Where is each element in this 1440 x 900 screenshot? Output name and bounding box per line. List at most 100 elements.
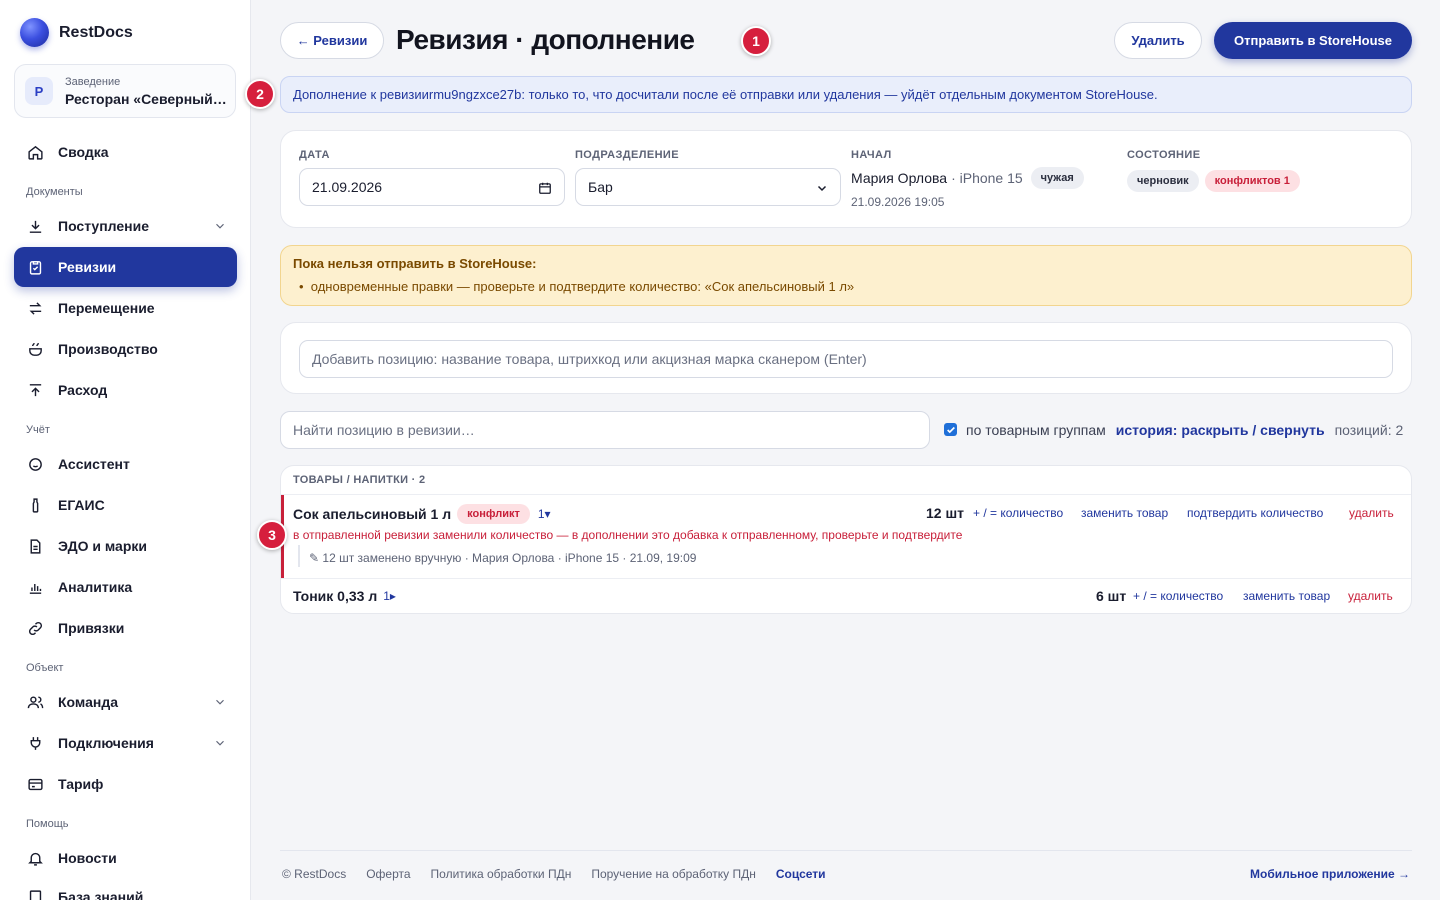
history-toggle[interactable]: 1▾: [538, 507, 551, 521]
brand-name: RestDocs: [59, 23, 133, 41]
department-select[interactable]: Бар: [575, 168, 841, 206]
history-toggle[interactable]: 1▸: [383, 589, 396, 603]
annotation-marker-2: 2: [245, 79, 275, 109]
conflict-note: в отправленной ревизии заменили количест…: [293, 528, 963, 542]
nav-analytics-label: Аналитика: [58, 579, 133, 595]
position-count: позиций: 2: [1334, 422, 1404, 438]
clipboard-icon: [29, 260, 42, 275]
nav-expense-label: Расход: [58, 382, 108, 398]
nav-section-object: Объект: [26, 662, 64, 674]
info-text: Дополнение к ревизии: [293, 87, 429, 102]
group-by-label[interactable]: по товарным группам: [966, 422, 1106, 438]
department-label: ПОДРАЗДЕЛЕНИЕ: [575, 149, 679, 161]
nav-summary[interactable]: Сводка: [14, 132, 237, 172]
nav-tariff[interactable]: Тариф: [14, 764, 237, 804]
replace-item-link[interactable]: заменить товар: [1081, 506, 1168, 520]
history-collapse-link[interactable]: свернуть: [1260, 422, 1324, 438]
delete-item-link[interactable]: удалить: [1349, 506, 1394, 520]
row-title: Тоник 0,33 л 1▸: [293, 588, 396, 604]
state-label: СОСТОЯНИЕ: [1127, 149, 1201, 161]
product-group: ТОВАРЫ / НАПИТКИ · 2 Сок апельсиновый 1 …: [280, 465, 1412, 614]
info-rest: : только то, что досчитали после её отпр…: [521, 87, 1158, 102]
group-by-checkbox[interactable]: [944, 423, 957, 436]
row-title: Сок апельсиновый 1 л конфликт 1▾: [293, 504, 551, 524]
nav-receipt[interactable]: Поступление: [14, 206, 237, 246]
quantity-action[interactable]: + / = количество: [973, 506, 1063, 520]
chevron-down-icon: [216, 223, 224, 229]
started-label: НАЧАЛ: [851, 149, 892, 161]
nav-production[interactable]: Производство: [14, 329, 237, 369]
history-label: история:: [1115, 422, 1178, 438]
nav-tariff-label: Тариф: [58, 776, 104, 792]
send-to-storehouse-button[interactable]: Отправить в StoreHouse: [1214, 22, 1412, 59]
footer: © RestDocs Оферта Политика обработки ПДн…: [280, 850, 1412, 881]
history-entry: ✎ 12 шт заменено вручную · Мария Орлова …: [309, 551, 697, 565]
venue-caption: Заведение: [65, 75, 121, 88]
document-icon: [30, 538, 41, 554]
venue-name: Ресторан «Северный…: [65, 90, 227, 107]
draft-badge: черновик: [1127, 170, 1199, 192]
chevron-down-icon: [817, 185, 827, 192]
mobile-app-link[interactable]: Мобильное приложение →: [1250, 867, 1410, 881]
delete-button[interactable]: Удалить: [1114, 22, 1202, 59]
nav-expense[interactable]: Расход: [14, 370, 237, 410]
nav-kb[interactable]: База знаний: [14, 877, 237, 900]
footer-offer-link[interactable]: Оферта: [366, 867, 410, 881]
history-sep: /: [1248, 422, 1261, 438]
nav-edo[interactable]: ЭДО и марки: [14, 526, 237, 566]
calendar-icon[interactable]: [538, 181, 552, 195]
sidebar: RestDocs Р Заведение Ресторан «Северный……: [0, 0, 251, 900]
nav-connections[interactable]: Подключения: [14, 723, 237, 763]
nav-assistant[interactable]: Ассистент: [14, 444, 237, 484]
book-icon: [29, 889, 42, 900]
nav-egais-label: ЕГАИС: [58, 497, 105, 513]
date-input[interactable]: 21.09.2026: [299, 168, 565, 206]
users-icon: [27, 695, 44, 708]
search-position-placeholder: Найти позицию в ревизии…: [293, 422, 475, 438]
plug-icon: [30, 736, 41, 750]
item-name: Тоник 0,33 л: [293, 588, 378, 604]
confirm-quantity-link[interactable]: подтвердить количество: [1187, 506, 1323, 520]
date-value: 21.09.2026: [312, 179, 383, 195]
venue-avatar: Р: [25, 77, 53, 105]
chevron-down-icon: [216, 740, 224, 746]
nav-egais[interactable]: ЕГАИС: [14, 485, 237, 525]
add-position-placeholder: Добавить позицию: название товара, штрих…: [312, 351, 867, 367]
nav-transfer-label: Перемещение: [58, 300, 155, 316]
nav-bindings[interactable]: Привязки: [14, 608, 237, 648]
footer-policy-link[interactable]: Политика обработки ПДн: [431, 867, 572, 881]
nav-analytics[interactable]: Аналитика: [14, 567, 237, 607]
footer-social-link[interactable]: Соцсети: [776, 867, 826, 881]
check-icon: [946, 426, 955, 433]
footer-links: © RestDocs Оферта Политика обработки ПДн…: [282, 867, 826, 881]
started-by: Мария Орлова · iPhone 15 чужая: [851, 167, 1084, 189]
download-icon: [29, 220, 42, 233]
assistant-icon: [29, 457, 42, 471]
replace-item-link[interactable]: заменить товар: [1243, 589, 1330, 603]
history-expand-link[interactable]: раскрыть: [1181, 422, 1248, 438]
nav-edo-label: ЭДО и марки: [58, 538, 147, 554]
nav-revisions[interactable]: Ревизии: [14, 247, 237, 287]
quantity-action[interactable]: + / = количество: [1133, 589, 1223, 603]
footer-copyright: © RestDocs: [282, 867, 347, 881]
footer-order-link[interactable]: Поручение на обработку ПДн: [591, 867, 756, 881]
warning-title: Пока нельзя отправить в StoreHouse:: [293, 256, 537, 271]
upload-icon: [29, 383, 42, 396]
brand[interactable]: RestDocs: [20, 18, 133, 47]
nav-transfer[interactable]: Перемещение: [14, 288, 237, 328]
add-position-input[interactable]: Добавить позицию: название товара, штрих…: [299, 340, 1393, 378]
back-to-revisions-button[interactable]: ← Ревизии: [280, 22, 384, 59]
nav-team[interactable]: Команда: [14, 682, 237, 722]
chevron-down-icon: [216, 699, 224, 705]
venue-switcher[interactable]: Р Заведение Ресторан «Северный…: [14, 64, 236, 118]
nav-news-label: Новости: [58, 850, 117, 866]
supplement-info-banner: Дополнение к ревизии rmu9ngzxce27b : тол…: [280, 76, 1412, 113]
department-value: Бар: [588, 179, 613, 195]
nav-news[interactable]: Новости: [14, 838, 237, 878]
state-badges: черновик конфликтов 1: [1127, 170, 1300, 192]
foreign-badge: чужая: [1030, 167, 1084, 189]
search-position-input[interactable]: Найти позицию в ревизии…: [280, 411, 930, 449]
home-icon: [28, 145, 43, 160]
started-device: · iPhone 15: [951, 170, 1023, 186]
delete-item-link[interactable]: удалить: [1348, 589, 1393, 603]
